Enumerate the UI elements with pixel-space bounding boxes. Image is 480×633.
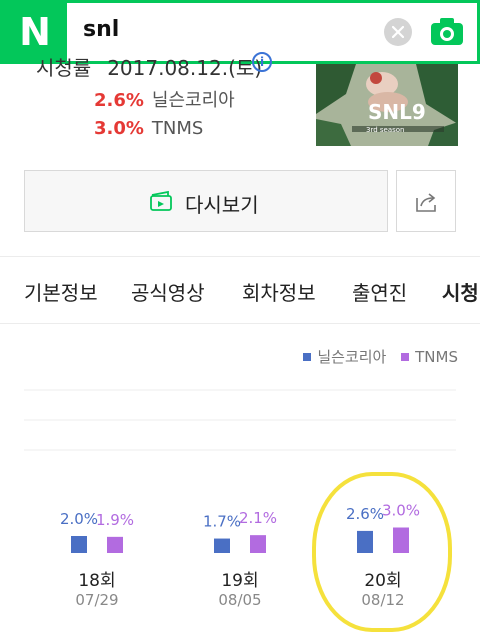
wallet-icon bbox=[150, 190, 172, 211]
clear-search-button[interactable] bbox=[384, 18, 412, 46]
rating-value: 2.6% bbox=[94, 90, 144, 111]
highlight-circle bbox=[312, 472, 452, 632]
data-label-tnms: 2.1% bbox=[239, 509, 277, 527]
rating-source: TNMS bbox=[151, 118, 204, 139]
bar-nielsen bbox=[71, 536, 87, 553]
replay-button[interactable]: 다시보기 bbox=[24, 170, 388, 232]
rating-value: 3.0% bbox=[94, 118, 144, 139]
info-icon[interactable]: i bbox=[252, 52, 272, 72]
share-button[interactable] bbox=[396, 170, 456, 232]
data-label-nielsen: 2.0% bbox=[60, 510, 98, 528]
tick-label-date: 07/29 bbox=[75, 591, 119, 609]
rating-tnms: 3.0% TNMS bbox=[94, 118, 203, 139]
share-icon bbox=[416, 193, 436, 212]
program-poster[interactable]: SNL9 3rd season bbox=[316, 64, 458, 146]
airdate-row: 시청률 2017.08.12.(토) bbox=[36, 52, 262, 81]
tab-official-videos[interactable]: 공식영상 bbox=[131, 277, 205, 306]
bar-tnms bbox=[107, 536, 123, 553]
data-label-nielsen: 1.7% bbox=[203, 513, 241, 531]
search-input[interactable]: snl bbox=[83, 17, 119, 42]
tab-cast[interactable]: 출연진 bbox=[352, 277, 407, 306]
rating-source: 닐슨코리아 bbox=[151, 90, 235, 111]
replay-label: 다시보기 bbox=[185, 193, 259, 217]
close-icon bbox=[392, 26, 404, 38]
camera-search-button[interactable] bbox=[427, 15, 467, 49]
tab-bar: 기본정보 공식영상 회차정보 출연진 시청 bbox=[0, 256, 480, 324]
tick-label-episode: 18회 bbox=[78, 571, 116, 591]
airdate-value: 2017.08.12.(토) bbox=[107, 56, 263, 80]
bar-nielsen bbox=[214, 538, 230, 553]
airdate-label: 시청률 bbox=[36, 56, 92, 80]
camera-icon bbox=[431, 18, 463, 45]
tab-ratings[interactable]: 시청 bbox=[442, 277, 479, 306]
data-label-tnms: 1.9% bbox=[96, 511, 134, 529]
tick-label-episode: 19회 bbox=[221, 571, 259, 591]
tab-basic-info[interactable]: 기본정보 bbox=[24, 277, 98, 306]
tick-label-date: 08/05 bbox=[218, 591, 262, 609]
tab-episode-info[interactable]: 회차정보 bbox=[242, 277, 316, 306]
bar-tnms bbox=[250, 535, 266, 553]
poster-title-art: SNL9 bbox=[368, 100, 426, 124]
rating-nielsen: 2.6% 닐슨코리아 bbox=[94, 86, 235, 112]
poster-caption: 3rd season bbox=[366, 126, 405, 134]
